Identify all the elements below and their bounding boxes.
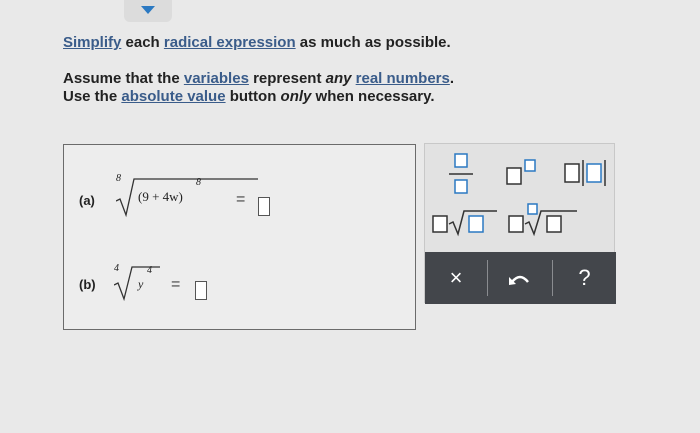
answer-area: (a) 8 (9 + 4w) 8 = (b) 4 y 4 =	[63, 144, 416, 330]
radical-expression-link[interactable]: radical expression	[164, 34, 296, 51]
instruction-line-3: Use the absolute value button only when …	[63, 88, 435, 105]
square-root-button[interactable]	[431, 206, 501, 238]
part-b-expression: 4 y 4	[114, 255, 169, 305]
action-bar: × ?	[425, 252, 616, 304]
real-numbers-link[interactable]: real numbers	[356, 70, 450, 87]
part-a-exponent: 8	[196, 177, 201, 188]
nth-root-icon	[508, 203, 577, 237]
absolute-value-link[interactable]: absolute value	[121, 88, 225, 105]
instruction-line-1: Simplify each radical expression as much…	[63, 34, 451, 51]
part-b-exponent: 4	[147, 265, 152, 276]
square-root-icon	[432, 210, 497, 237]
exponent-icon	[506, 159, 536, 185]
absolute-value-icon	[564, 160, 606, 186]
instruction-line-2: Assume that the variables represent any …	[63, 70, 455, 87]
variables-link[interactable]: variables	[184, 70, 249, 87]
fraction-button[interactable]	[447, 152, 475, 196]
part-b-answer-input[interactable]	[195, 281, 207, 300]
simplify-link[interactable]: Simplify	[63, 34, 121, 51]
undo-button[interactable]	[488, 252, 552, 304]
clear-button[interactable]: ×	[425, 252, 487, 304]
undo-icon	[509, 275, 529, 285]
nth-root-button[interactable]	[507, 202, 581, 238]
exponent-button[interactable]	[505, 158, 541, 188]
close-icon: ×	[449, 265, 463, 290]
help-icon: ?	[578, 265, 591, 290]
math-palette: × ?	[424, 143, 616, 304]
collapse-toggle[interactable]	[124, 0, 172, 22]
help-button[interactable]: ?	[553, 252, 616, 304]
part-a-answer-input[interactable]	[258, 197, 270, 216]
chevron-down-icon	[141, 6, 155, 14]
part-b-label: (b)	[79, 277, 96, 292]
part-a-radicand: (9 + 4w)	[138, 189, 183, 204]
part-b-radicand: y	[138, 277, 144, 291]
absolute-value-button[interactable]	[563, 158, 611, 188]
part-a-label: (a)	[79, 193, 95, 208]
part-a-equals: =	[236, 191, 246, 208]
part-b-equals: =	[171, 276, 181, 293]
fraction-icon	[449, 153, 473, 194]
